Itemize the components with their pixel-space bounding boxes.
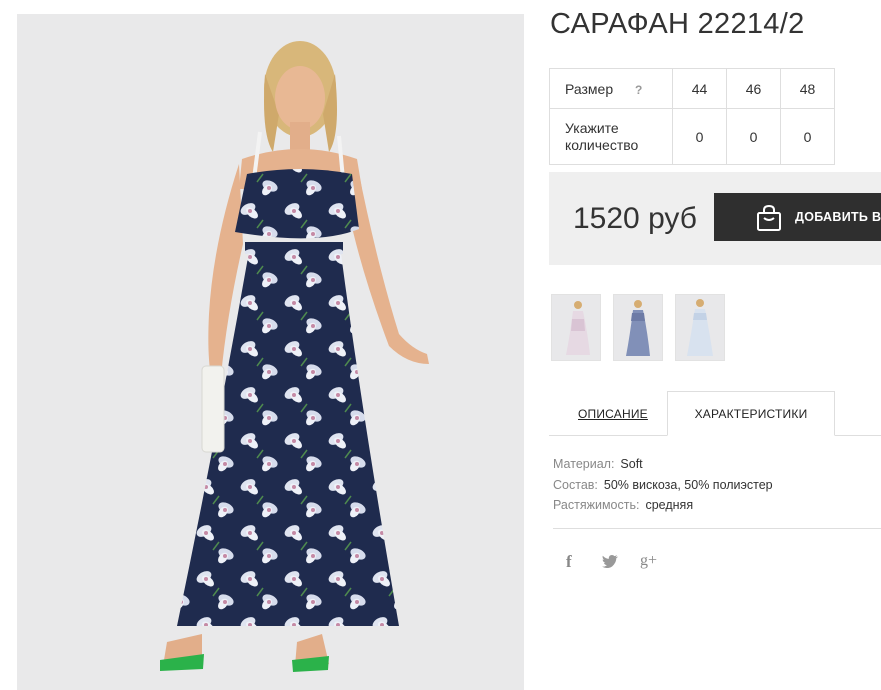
spec-value: средняя (645, 498, 694, 512)
tab-description[interactable]: ОПИСАНИЕ (578, 407, 648, 421)
add-to-cart-label: ДОБАВИТЬ В З (795, 210, 881, 224)
thumbnail-image[interactable] (675, 294, 725, 361)
spec-key: Состав: (553, 477, 598, 492)
product-price: 1520 руб (573, 202, 697, 235)
size-option: 46 (726, 68, 781, 109)
quantity-label: Укажите количество (549, 108, 673, 165)
size-table: Размер ? 44 46 48 Укажите количество 0 0… (549, 68, 835, 165)
quantity-label-text: Укажите количество (565, 119, 639, 153)
shopping-bag-icon (755, 204, 783, 235)
size-label: Размер (565, 80, 614, 97)
spec-value: Soft (620, 457, 643, 471)
twitter-icon[interactable] (602, 555, 618, 573)
size-option: 48 (780, 68, 835, 109)
spec-key: Материал: (553, 457, 615, 471)
size-option: 44 (672, 68, 727, 109)
quantity-field[interactable]: 0 (780, 108, 835, 165)
main-product-image[interactable] (17, 14, 524, 690)
spec-row: Растяжимость: средняя (553, 495, 773, 516)
spec-row: Состав: 50% вискоза, 50% полиэстер (553, 475, 773, 496)
size-label-cell: Размер ? (549, 68, 673, 109)
price-box: 1520 руб ДОБАВИТЬ В З (549, 172, 881, 265)
thumbnail-image[interactable] (551, 294, 601, 361)
quantity-field[interactable]: 0 (726, 108, 781, 165)
googleplus-icon[interactable]: g+ (640, 552, 657, 570)
product-tabs: ОПИСАНИЕ ХАРАКТЕРИСТИКИ (549, 391, 881, 437)
quantity-field[interactable]: 0 (672, 108, 727, 165)
spec-value: 50% вискоза, 50% полиэстер (603, 477, 773, 492)
spec-row: Материал: Soft (553, 454, 773, 475)
product-title: САРАФАН 22214/2 (550, 8, 805, 40)
characteristics-list: Материал: Soft Состав: 50% вискоза, 50% по… (553, 454, 773, 516)
spec-key: Растяжимость: (553, 498, 640, 512)
tab-characteristics[interactable]: ХАРАКТЕРИСТИКИ (667, 391, 835, 436)
add-to-cart-button[interactable]: ДОБАВИТЬ В З (714, 193, 881, 241)
facebook-icon[interactable]: f (566, 552, 572, 572)
section-divider (553, 528, 881, 529)
thumbnail-image[interactable] (613, 294, 663, 361)
size-help-icon[interactable]: ? (635, 83, 642, 97)
